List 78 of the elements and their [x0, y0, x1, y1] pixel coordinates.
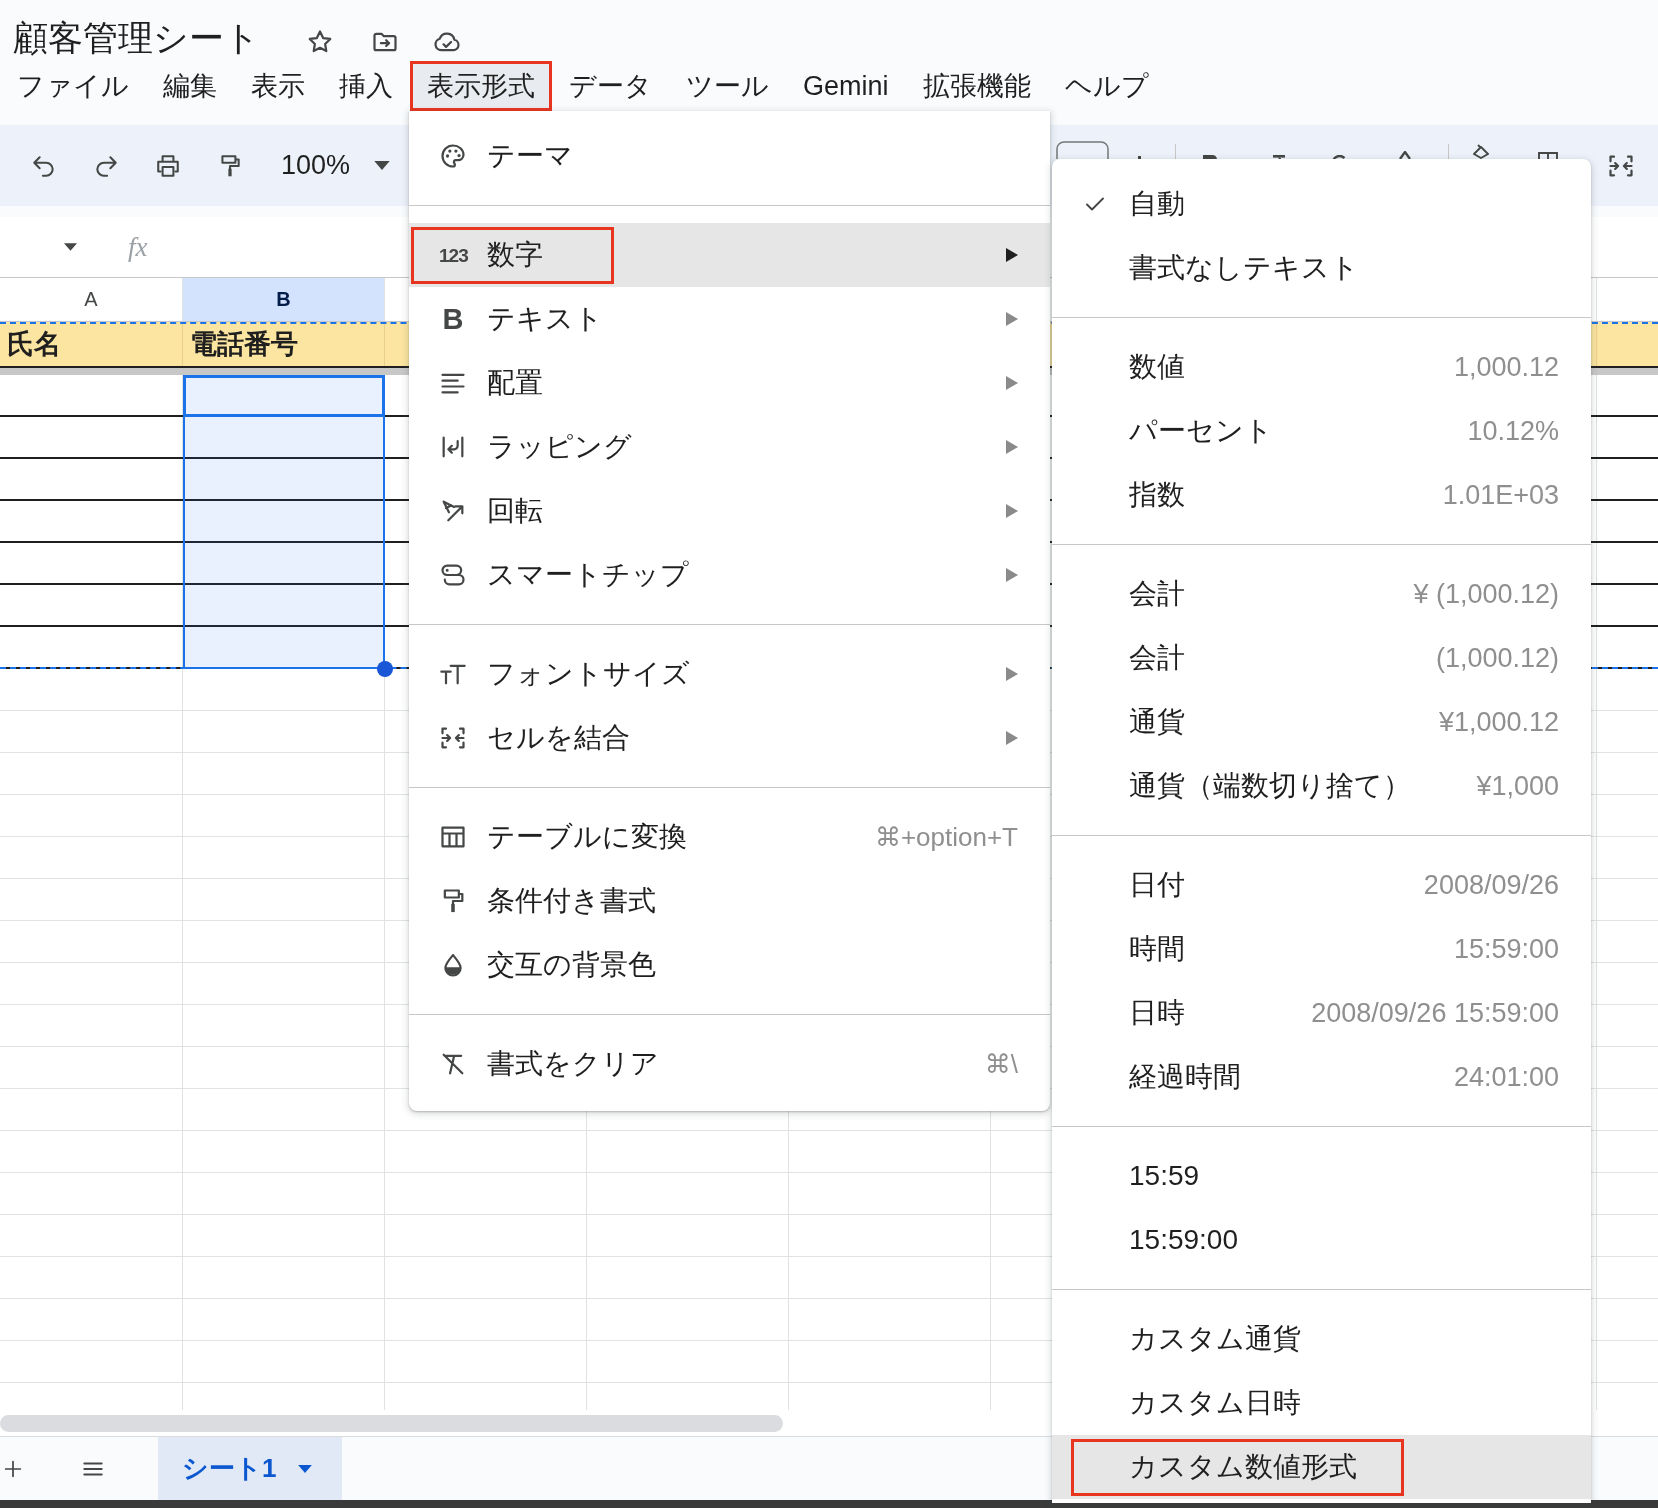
font-size-field[interactable]: [1056, 141, 1109, 159]
menu-item[interactable]: フォントサイズ: [409, 642, 1050, 706]
print-icon[interactable]: [155, 152, 181, 179]
menu-item[interactable]: パーセント 10.12%: [1052, 399, 1591, 463]
menu-item[interactable]: 指数 1.01E+03: [1052, 463, 1591, 527]
format-example: 2008/09/26: [1423, 869, 1559, 901]
menu-item[interactable]: テーブルに変換 ⌘+option+T: [409, 805, 1050, 869]
menu-item[interactable]: 通貨 ¥1,000.12: [1052, 690, 1591, 754]
menu-item[interactable]: 15:59:00: [1052, 1208, 1591, 1272]
shortcut-text: ⌘+option+T: [874, 821, 1018, 853]
menu-bar-item[interactable]: Gemini: [786, 61, 906, 111]
menu-item[interactable]: 123 数字: [409, 223, 1050, 287]
bold-icon: B: [439, 304, 467, 334]
menu-bar-item[interactable]: 挿入: [322, 61, 410, 111]
menu-item[interactable]: 書式をクリア ⌘\: [409, 1032, 1050, 1096]
toolbar-icon[interactable]: [1332, 155, 1346, 159]
menu-item[interactable]: 日付 2008/09/26: [1052, 853, 1591, 917]
menu-item[interactable]: セルを結合: [409, 706, 1050, 770]
column-header[interactable]: B: [183, 278, 385, 321]
menu-item[interactable]: 日時 2008/09/26 15:59:00: [1052, 981, 1591, 1045]
caret-icon: [374, 161, 391, 170]
function-label: fx: [128, 231, 148, 263]
caret-icon[interactable]: [298, 1464, 313, 1473]
format-example: 15:59:00: [1453, 933, 1559, 965]
menu-item[interactable]: カスタム数値形式: [1052, 1435, 1591, 1499]
menu-bar-item[interactable]: ファイル: [0, 61, 146, 111]
menu-item[interactable]: 会計 ¥ (1,000.12): [1052, 562, 1591, 626]
menu-item[interactable]: 15:59: [1052, 1144, 1591, 1208]
menu-item[interactable]: B テキスト: [409, 287, 1050, 351]
format-example: 24:01:00: [1453, 1061, 1559, 1093]
column-heading: 氏名: [7, 328, 61, 361]
menu-item[interactable]: 経過時間 24:01:00: [1052, 1045, 1591, 1109]
menu-bar-item[interactable]: 編集: [146, 61, 234, 111]
menu-item[interactable]: 配置: [409, 351, 1050, 415]
menu-item[interactable]: テーマ: [409, 124, 1050, 188]
toolbar-icon[interactable]: [1538, 152, 1558, 159]
menu-item[interactable]: 回転: [409, 479, 1050, 543]
menu-item[interactable]: 会計 (1,000.12): [1052, 626, 1591, 690]
palette-icon: [439, 142, 467, 170]
menu-item[interactable]: 時間 15:59:00: [1052, 917, 1591, 981]
format-example: ¥1,000.12: [1438, 706, 1559, 738]
toolbar-icon[interactable]: [1203, 155, 1217, 159]
menu-bar-item[interactable]: 表示形式: [410, 61, 552, 111]
menu-item[interactable]: ラッピング: [409, 415, 1050, 479]
menu-item[interactable]: 書式なしテキスト: [1052, 236, 1591, 300]
shortcut-text: ⌘\: [984, 1048, 1018, 1080]
caret-icon[interactable]: [64, 243, 77, 251]
menu-item[interactable]: 条件付き書式: [409, 869, 1050, 933]
menu-bar-item[interactable]: ツール: [669, 61, 786, 111]
menu-item[interactable]: カスタム通貨: [1052, 1307, 1591, 1371]
fill-color-icon[interactable]: [1471, 144, 1491, 159]
fill-handle[interactable]: [377, 661, 393, 677]
scrollbar-thumb[interactable]: [0, 1415, 783, 1432]
format-example: 1.01E+03: [1442, 479, 1559, 511]
menu-bar-item[interactable]: 表示: [234, 61, 322, 111]
format-example: (1,000.12): [1435, 642, 1559, 674]
menu-item[interactable]: スマートチップ: [409, 543, 1050, 607]
menu-item[interactable]: 交互の背景色: [409, 933, 1050, 997]
menu-item[interactable]: 数値 1,000.12: [1052, 335, 1591, 399]
menu-bar-item[interactable]: データ: [552, 61, 669, 111]
menu-item[interactable]: 自動: [1052, 172, 1591, 236]
document-title[interactable]: 顧客管理シート: [13, 20, 260, 55]
sheet-tab[interactable]: シート1: [158, 1437, 342, 1500]
column-heading: 電話番号: [190, 328, 298, 361]
format-example: 10.12%: [1467, 415, 1559, 447]
toolbar-icon[interactable]: [1398, 151, 1412, 159]
format-example: 1,000.12: [1453, 351, 1559, 383]
format-example: ¥ (1,000.12): [1413, 578, 1559, 610]
menu-bar-item[interactable]: 拡張機能: [905, 61, 1048, 111]
active-cell[interactable]: [183, 375, 385, 417]
format-example: 2008/09/26 15:59:00: [1311, 997, 1559, 1029]
menu-bar-item[interactable]: ヘルプ: [1047, 61, 1166, 111]
menu-item[interactable]: 通貨（端数切り捨て） ¥1,000: [1052, 754, 1591, 818]
toolbar-icon[interactable]: [1273, 155, 1285, 159]
menu-item[interactable]: カスタム日時: [1052, 1371, 1591, 1435]
format-example: ¥1,000: [1476, 770, 1559, 802]
numbers-icon: 123: [439, 245, 467, 265]
zoom-select[interactable]: 100%: [281, 150, 391, 181]
